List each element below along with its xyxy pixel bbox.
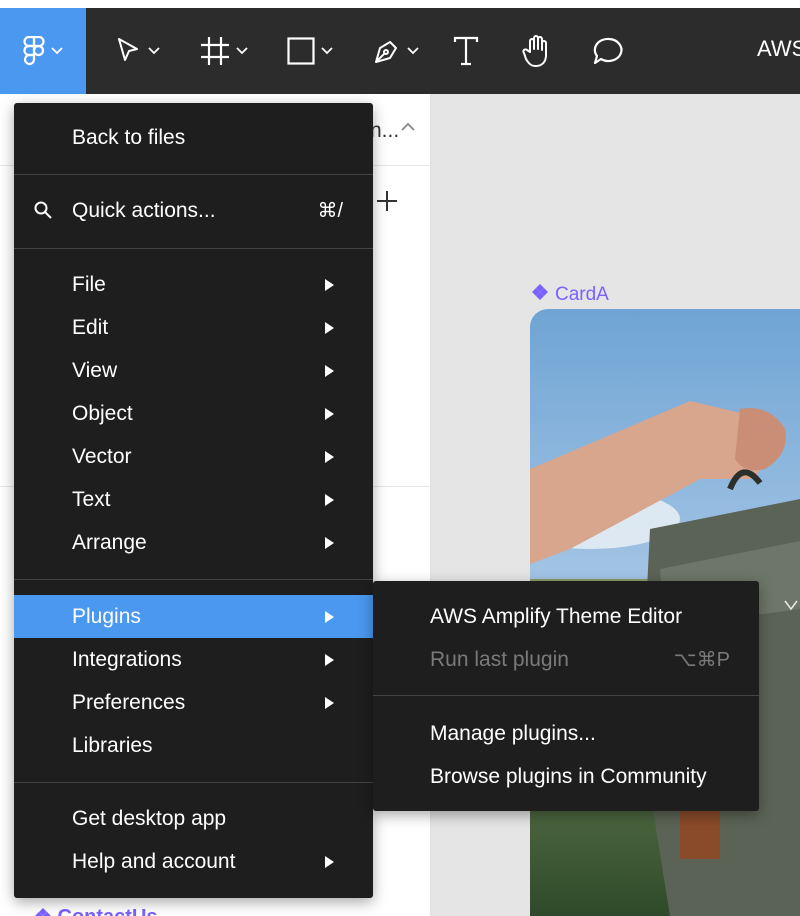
submenu-item-run-last-plugin: Run last plugin ⌥⌘P [373, 638, 759, 681]
plugins-submenu: AWS Amplify Theme Editor Run last plugin… [373, 581, 759, 811]
frame-label[interactable]: CardA [531, 283, 609, 307]
frame-label-text: CardA [555, 284, 609, 305]
menu-item-object[interactable]: Object [14, 392, 373, 435]
submenu-arrow-icon [325, 653, 334, 666]
frame-icon [200, 36, 230, 66]
menu-item-label: Back to files [72, 125, 186, 149]
menu-item-label: Help and account [72, 849, 236, 873]
chevron-down-icon [51, 47, 63, 55]
menu-item-label: Integrations [72, 647, 182, 671]
chevron-up-icon[interactable] [401, 119, 415, 137]
submenu-arrow-icon [325, 696, 334, 709]
submenu-arrow-icon [325, 855, 334, 868]
menu-item-back-to-files[interactable]: Back to files [14, 116, 373, 159]
menu-item-label: Text [72, 487, 111, 511]
menu-item-get-desktop-app[interactable]: Get desktop app [14, 797, 373, 840]
submenu-item-label: Manage plugins... [430, 721, 596, 745]
chevron-down-icon [148, 47, 160, 55]
menu-separator [14, 174, 373, 175]
chevron-down-icon [407, 47, 419, 55]
menu-item-help-and-account[interactable]: Help and account [14, 840, 373, 883]
comment-tool-button[interactable] [590, 8, 628, 94]
submenu-arrow-icon [325, 493, 334, 506]
component-icon [531, 283, 549, 307]
submenu-item-label: Browse plugins in Community [430, 764, 707, 788]
shortcut-label: ⌥⌘P [673, 649, 730, 671]
menu-item-arrange[interactable]: Arrange [14, 521, 373, 564]
toolbar: AWS [0, 8, 800, 94]
component-icon: ❖ [34, 906, 52, 916]
rectangle-icon [287, 37, 315, 65]
submenu-arrow-icon [325, 407, 334, 420]
submenu-item-manage-plugins[interactable]: Manage plugins... [373, 712, 759, 755]
text-tool-button[interactable] [448, 8, 484, 94]
menu-item-label: Plugins [72, 604, 141, 628]
layer-item-label: ContactUs [58, 906, 158, 916]
submenu-item-label: Run last plugin [430, 647, 569, 671]
menu-item-label: File [72, 272, 106, 296]
submenu-arrow-icon [325, 278, 334, 291]
layer-item-contactus[interactable]: ❖ ContactUs [34, 904, 158, 916]
chevron-down-icon [321, 47, 333, 55]
menu-item-vector[interactable]: Vector [14, 435, 373, 478]
menu-item-plugins[interactable]: Plugins [14, 595, 373, 638]
figma-menu-button[interactable] [0, 8, 86, 94]
menu-item-view[interactable]: View [14, 349, 373, 392]
menu-item-label: Edit [72, 315, 109, 339]
menu-separator [14, 248, 373, 249]
submenu-arrow-icon [325, 364, 334, 377]
menu-item-text[interactable]: Text [14, 478, 373, 521]
figma-logo-icon [23, 36, 45, 66]
submenu-item-browse-plugins[interactable]: Browse plugins in Community [373, 755, 759, 798]
hand-tool-button[interactable] [518, 8, 556, 94]
menu-separator [14, 579, 373, 580]
search-icon [34, 201, 52, 225]
move-tool-button[interactable] [108, 8, 168, 94]
menu-item-edit[interactable]: Edit [14, 306, 373, 349]
menu-item-preferences[interactable]: Preferences [14, 681, 373, 724]
menu-item-label: View [72, 358, 118, 382]
pen-icon [373, 37, 401, 65]
menu-item-label: Libraries [72, 733, 153, 757]
menu-item-label: Vector [72, 444, 132, 468]
shape-tool-button[interactable] [280, 8, 340, 94]
frame-tool-button[interactable] [194, 8, 254, 94]
submenu-arrow-icon [325, 321, 334, 334]
add-page-plus-icon[interactable] [376, 190, 398, 217]
submenu-item-aws-amplify-theme-editor[interactable]: AWS Amplify Theme Editor [373, 595, 759, 638]
window-top-edge [0, 0, 800, 8]
menu-item-libraries[interactable]: Libraries [14, 724, 373, 767]
menu-item-file[interactable]: File [14, 263, 373, 306]
main-menu: Back to files Quick actions... ⌘/ File E… [14, 103, 373, 898]
submenu-arrow-icon [325, 450, 334, 463]
menu-item-label: Arrange [72, 530, 147, 554]
menu-item-label: Quick actions... [72, 198, 216, 222]
hand-icon [521, 34, 553, 68]
current-page-name[interactable]: n... [370, 119, 399, 143]
menu-separator [373, 695, 759, 696]
submenu-item-label: AWS Amplify Theme Editor [430, 604, 683, 628]
menu-item-label: Preferences [72, 690, 186, 714]
menu-separator [14, 782, 373, 783]
submenu-arrow-icon [325, 610, 334, 623]
file-title[interactable]: AWS [757, 36, 800, 62]
menu-item-label: Get desktop app [72, 806, 227, 830]
menu-item-integrations[interactable]: Integrations [14, 638, 373, 681]
pen-tool-button[interactable] [366, 8, 426, 94]
shortcut-label: ⌘/ [317, 200, 343, 222]
comment-icon [592, 36, 626, 66]
menu-item-label: Object [72, 401, 133, 425]
submenu-arrow-icon [325, 536, 334, 549]
chevron-down-icon [236, 47, 248, 55]
cursor-icon [116, 37, 142, 65]
text-icon [453, 36, 479, 66]
menu-item-quick-actions[interactable]: Quick actions... ⌘/ [14, 189, 373, 232]
